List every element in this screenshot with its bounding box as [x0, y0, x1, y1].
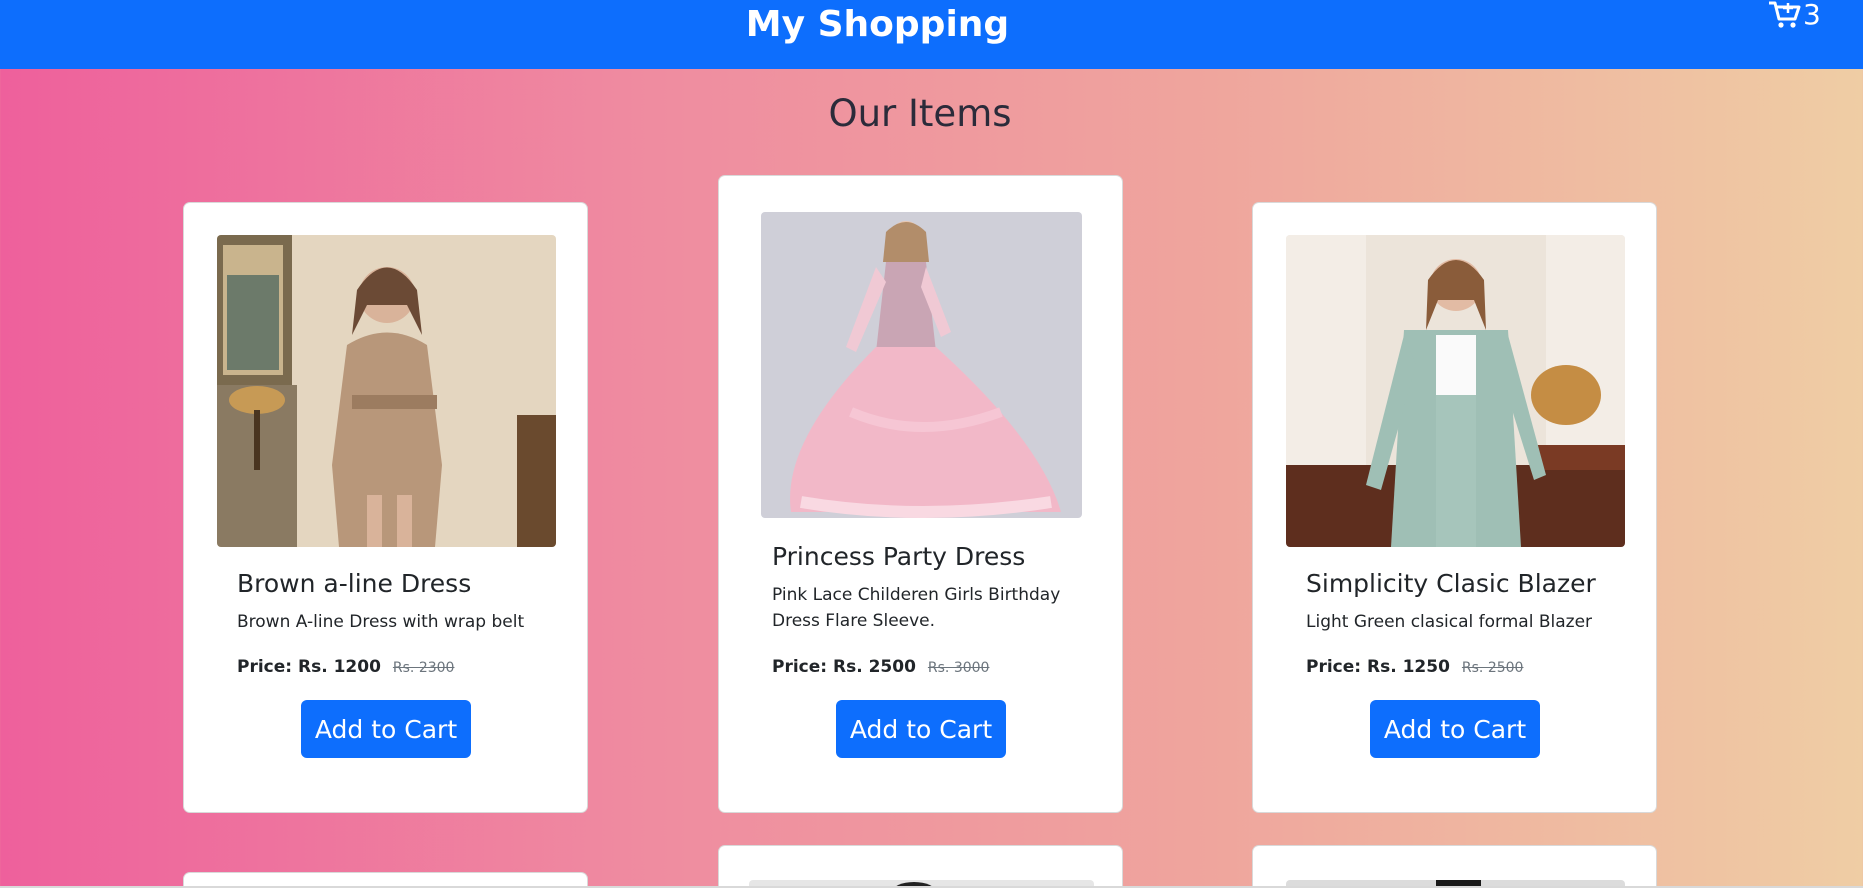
product-description: Light Green clasical formal Blazer: [1306, 612, 1593, 632]
product-price: Price: Rs. 2500 Rs. 3000: [772, 657, 989, 677]
cart-count: 3: [1803, 0, 1821, 31]
price-current: Price: Rs. 1200: [237, 657, 381, 677]
add-to-cart-button[interactable]: Add to Cart: [301, 700, 471, 758]
cart-button[interactable]: 3: [1768, 0, 1821, 30]
product-card: Simplicity Clasic Blazer Light Green cla…: [1252, 202, 1657, 813]
cart-plus-icon: [1768, 0, 1802, 30]
product-price: Price: Rs. 1200 Rs. 2300: [237, 657, 454, 677]
product-card: [1252, 845, 1657, 888]
brand-title[interactable]: My Shopping: [0, 4, 1755, 45]
section-title: Our Items: [828, 92, 1012, 135]
product-image: [761, 212, 1082, 518]
price-current: Price: Rs. 2500: [772, 657, 916, 677]
price-current: Price: Rs. 1250: [1306, 657, 1450, 677]
price-original: Rs. 2300: [392, 660, 455, 676]
navbar: My Shopping 3: [0, 0, 1863, 69]
product-card: [718, 845, 1123, 888]
product-image: [217, 235, 556, 547]
product-card: Princess Party Dress Pink Lace Childeren…: [718, 175, 1123, 813]
product-title: Brown a-line Dress: [237, 569, 472, 598]
product-image: [1286, 235, 1625, 547]
product-title: Princess Party Dress: [772, 542, 1026, 571]
add-to-cart-button[interactable]: Add to Cart: [836, 700, 1006, 758]
price-original: Rs. 3000: [927, 660, 990, 676]
product-description: Brown A-line Dress with wrap belt: [237, 612, 525, 632]
product-description: Pink Lace Childeren Girls Birthday Dress…: [772, 585, 1061, 631]
add-to-cart-button[interactable]: Add to Cart: [1370, 700, 1540, 758]
product-card: Brown a-line Dress Brown A-line Dress wi…: [183, 202, 588, 813]
product-title: Simplicity Clasic Blazer: [1306, 569, 1596, 598]
price-original: Rs. 2500: [1461, 660, 1524, 676]
product-price: Price: Rs. 1250 Rs. 2500: [1306, 657, 1523, 677]
